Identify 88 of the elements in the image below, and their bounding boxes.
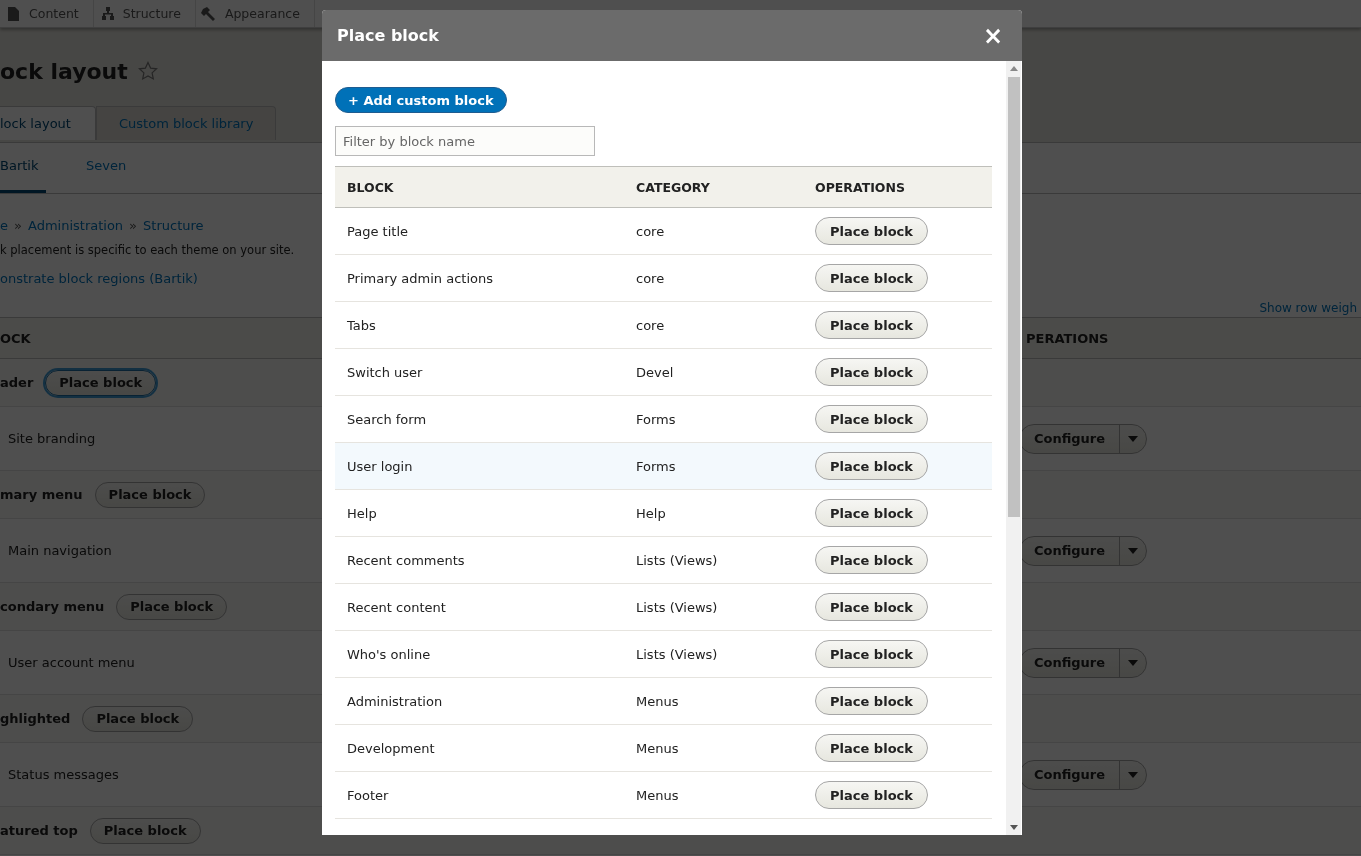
- close-button[interactable]: ×: [978, 23, 1007, 48]
- document-icon: [5, 5, 21, 22]
- table-cell-text: Menus: [636, 740, 680, 756]
- region-name: mary menu: [0, 487, 83, 502]
- table-cell-text: core: [636, 317, 666, 333]
- table-cell-text: Switch user: [347, 364, 424, 380]
- brush-icon: [200, 5, 217, 22]
- table-cell-text: Tabs: [347, 317, 377, 333]
- place-block-button[interactable]: Place block: [815, 452, 928, 480]
- configure-button[interactable]: Configure: [1019, 759, 1147, 790]
- table-cell-text: Forms: [636, 458, 677, 474]
- region-name: ghlighted: [0, 711, 71, 726]
- place-block-button[interactable]: Place block: [815, 217, 928, 245]
- place-block-button[interactable]: Place block: [815, 358, 928, 386]
- breadcrumb-link[interactable]: Structure: [143, 218, 204, 233]
- configure-button[interactable]: Configure: [1019, 535, 1147, 566]
- table-cell-text: Devel: [636, 364, 675, 380]
- caret-icon[interactable]: [1128, 659, 1138, 666]
- block-name: Main navigation: [7, 543, 113, 558]
- table-cell-text: Footer: [347, 787, 390, 803]
- place-block-button[interactable]: Place block: [815, 593, 928, 621]
- place-block-button[interactable]: Place block: [815, 264, 928, 292]
- table-cell-text: Forms: [636, 411, 677, 427]
- place-block-button[interactable]: Place block: [815, 687, 928, 715]
- show-row-weights-link[interactable]: Show row weigh: [1259, 301, 1357, 315]
- block-name: Status messages: [7, 767, 120, 782]
- filter-field[interactable]: Filter by block name: [335, 126, 595, 156]
- table-cell-text: Development: [347, 740, 436, 756]
- tab[interactable]: Custom block library: [96, 106, 277, 140]
- table-cell-text: Primary admin actions: [347, 270, 495, 286]
- breadcrumb-link[interactable]: Administration: [27, 218, 124, 233]
- star-icon[interactable]: [137, 61, 158, 81]
- place-block-button[interactable]: Place block: [815, 405, 928, 433]
- table-cell-text: Lists (Views): [636, 552, 719, 568]
- caret-icon[interactable]: [1128, 771, 1138, 778]
- column-header: PERATIONS: [1026, 330, 1110, 346]
- region-name: atured top: [0, 823, 78, 838]
- region-name: ader: [0, 375, 34, 390]
- table-cell-text: core: [636, 223, 666, 239]
- column-header: CATEGORY: [636, 179, 711, 195]
- column-header: OCK: [0, 330, 32, 346]
- table-cell-text: Administration: [347, 693, 444, 709]
- place-block-button[interactable]: Place block: [815, 640, 928, 668]
- configure-button[interactable]: Configure: [1019, 423, 1147, 454]
- breadcrumb-link[interactable]: e: [0, 218, 8, 233]
- table-cell-text: Help: [636, 505, 667, 521]
- table-cell-text: Recent content: [347, 599, 447, 615]
- place-block-button[interactable]: Place block: [82, 705, 194, 732]
- theme-tab[interactable]: Bartik: [0, 158, 46, 193]
- table-cell-text: Page title: [347, 223, 410, 239]
- dialog-title: Place block: [337, 26, 439, 45]
- configure-button[interactable]: Configure: [1019, 647, 1147, 678]
- place-block-button[interactable]: Place block: [89, 817, 201, 844]
- place-block-button[interactable]: Place block: [45, 369, 157, 396]
- tab[interactable]: lock layout: [0, 106, 96, 140]
- place-block-button[interactable]: Place block: [116, 593, 228, 620]
- table-cell-text: Search form: [347, 411, 428, 427]
- scrollbar[interactable]: [1006, 61, 1021, 835]
- place-block-button[interactable]: Place block: [815, 781, 928, 809]
- column-header: OPERATIONS: [815, 179, 906, 195]
- table-cell-text: Lists (Views): [636, 646, 719, 662]
- table-cell-text: Who's online: [347, 646, 432, 662]
- place-block-button[interactable]: Place block: [815, 546, 928, 574]
- place-block-button[interactable]: Place block: [815, 734, 928, 762]
- scroll-down-icon[interactable]: [1009, 825, 1018, 830]
- table-cell-text: Help: [347, 505, 378, 521]
- theme-tab[interactable]: Seven: [86, 158, 127, 193]
- page-title: ock layout: [0, 58, 128, 84]
- place-block-button[interactable]: Place block: [94, 481, 206, 508]
- add-custom-block-button[interactable]: + Add custom block: [335, 87, 507, 113]
- caret-icon[interactable]: [1128, 435, 1138, 442]
- place-block-button[interactable]: Place block: [815, 499, 928, 527]
- place-block-button[interactable]: Place block: [815, 311, 928, 339]
- block-name: Site branding: [7, 431, 97, 446]
- caret-icon[interactable]: [1128, 547, 1138, 554]
- breadcrumb-separator: »: [129, 218, 138, 233]
- region-name: condary menu: [0, 599, 105, 614]
- table-cell-text: Menus: [636, 787, 680, 803]
- block-name: User account menu: [7, 655, 136, 670]
- table-cell-text: core: [636, 270, 666, 286]
- breadcrumb-separator: »: [14, 218, 22, 233]
- table-cell-text: Recent comments: [347, 552, 466, 568]
- description-text: k placement is specific to each theme on your site.: [0, 243, 296, 257]
- column-header: BLOCK: [347, 179, 395, 195]
- table-cell-text: Menus: [636, 693, 680, 709]
- scroll-up-icon[interactable]: [1009, 66, 1018, 71]
- table-cell-text: Lists (Views): [636, 599, 719, 615]
- table-cell-text: User login: [347, 458, 414, 474]
